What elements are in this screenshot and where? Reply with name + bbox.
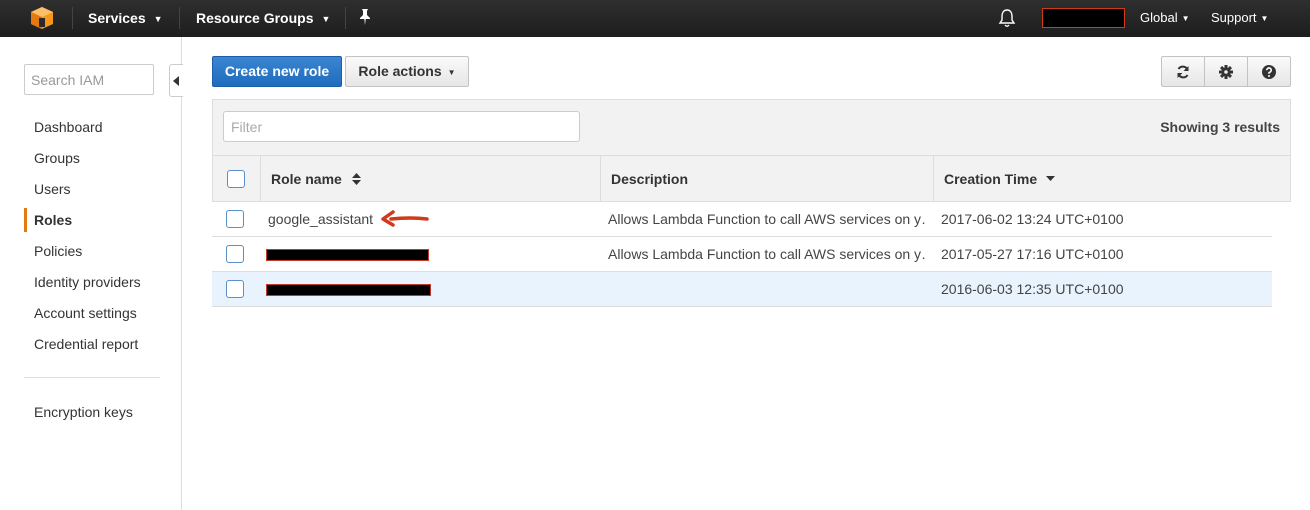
description-header-label: Description (611, 171, 689, 187)
sidebar-item-groups[interactable]: Groups (24, 146, 164, 170)
row-checkbox[interactable] (226, 210, 244, 228)
role-name-header-label: Role name (271, 171, 342, 187)
chevron-down-icon: ▼ (1181, 14, 1190, 23)
sidebar-item-identity-providers[interactable]: Identity providers (24, 270, 164, 294)
table-tools-group (1161, 56, 1291, 87)
sidebar: Dashboard Groups Users Roles Policies Id… (0, 37, 183, 510)
account-menu-redacted[interactable] (1042, 8, 1125, 28)
sidebar-item-credential-report[interactable]: Credential report (24, 332, 164, 356)
sidebar-divider (24, 377, 160, 378)
creation-time-cell: 2016-06-03 12:35 UTC+0100 (941, 281, 1124, 297)
pin-icon[interactable] (357, 8, 373, 26)
collapse-sidebar-toggle[interactable] (169, 64, 183, 97)
row-checkbox[interactable] (226, 280, 244, 298)
nav-divider (179, 7, 180, 29)
role-name-cell[interactable]: google_assistant (268, 202, 598, 236)
sidebar-item-policies[interactable]: Policies (24, 239, 164, 263)
resource-groups-label: Resource Groups (196, 10, 314, 26)
creation-time-cell: 2017-06-02 13:24 UTC+0100 (941, 211, 1124, 227)
sidebar-item-encryption-keys[interactable]: Encryption keys (24, 400, 164, 424)
roles-table-panel: Showing 3 results Role name Description … (212, 99, 1291, 202)
column-role-name[interactable]: Role name (260, 156, 600, 202)
region-label: Global (1140, 10, 1178, 25)
services-menu[interactable]: Services ▼ (88, 0, 163, 37)
sidebar-item-roles[interactable]: Roles (24, 208, 164, 232)
select-all-checkbox[interactable] (227, 170, 245, 188)
sidebar-item-dashboard[interactable]: Dashboard (24, 115, 164, 139)
settings-button[interactable] (1205, 57, 1248, 86)
gear-icon (1219, 64, 1233, 79)
sidebar-item-account-settings[interactable]: Account settings (24, 301, 164, 325)
redacted-role-name (266, 284, 431, 296)
description-cell: Allows Lambda Function to call AWS servi… (608, 211, 926, 227)
support-menu[interactable]: Support ▼ (1211, 0, 1268, 37)
search-iam-input[interactable] (24, 64, 154, 95)
help-button[interactable] (1248, 57, 1290, 86)
sidebar-item-users[interactable]: Users (24, 177, 164, 201)
chevron-down-icon: ▼ (321, 14, 331, 24)
creation-time-header-label: Creation Time (944, 171, 1038, 187)
resource-groups-menu[interactable]: Resource Groups ▼ (196, 0, 330, 37)
top-navigation-bar: Services ▼ Resource Groups ▼ Global ▼ Suppo… (0, 0, 1310, 37)
chevron-down-icon: ▼ (1260, 14, 1269, 23)
column-description[interactable]: Description (600, 156, 933, 202)
table-row[interactable]: Allows Lambda Function to call AWS servi… (212, 237, 1272, 272)
filter-input[interactable] (223, 111, 580, 142)
role-actions-dropdown[interactable]: Role actions ▼ (345, 56, 469, 87)
table-row[interactable]: google_assistant Allows Lambda Function … (212, 202, 1272, 237)
row-checkbox[interactable] (226, 245, 244, 263)
caret-left-icon (173, 76, 179, 86)
table-row[interactable]: 2016-06-03 12:35 UTC+0100 (212, 272, 1272, 307)
nav-divider (72, 7, 73, 29)
support-label: Support (1211, 10, 1257, 25)
description-cell: Allows Lambda Function to call AWS servi… (608, 246, 926, 262)
aws-cube-icon[interactable] (30, 6, 54, 30)
role-actions-label: Role actions (358, 63, 442, 79)
create-new-role-button[interactable]: Create new role (212, 56, 342, 87)
services-label: Services (88, 10, 146, 26)
creation-time-cell: 2017-05-27 17:16 UTC+0100 (941, 246, 1124, 262)
annotation-arrow-icon (381, 210, 429, 227)
nav-divider (345, 7, 346, 29)
help-icon (1262, 64, 1276, 79)
column-creation-time[interactable]: Creation Time (933, 156, 1290, 202)
caret-down-icon: ▼ (447, 68, 456, 77)
refresh-icon (1177, 65, 1189, 78)
bell-icon[interactable] (998, 8, 1016, 28)
refresh-button[interactable] (1162, 57, 1205, 86)
redacted-role-name (266, 249, 429, 261)
sort-desc-icon (1046, 176, 1055, 181)
table-header: Role name Description Creation Time (213, 155, 1290, 202)
chevron-down-icon: ▼ (153, 14, 163, 24)
region-menu[interactable]: Global ▼ (1140, 0, 1190, 37)
sort-icon (351, 173, 361, 185)
result-count: Showing 3 results (1160, 119, 1280, 135)
select-all-cell (213, 156, 260, 202)
